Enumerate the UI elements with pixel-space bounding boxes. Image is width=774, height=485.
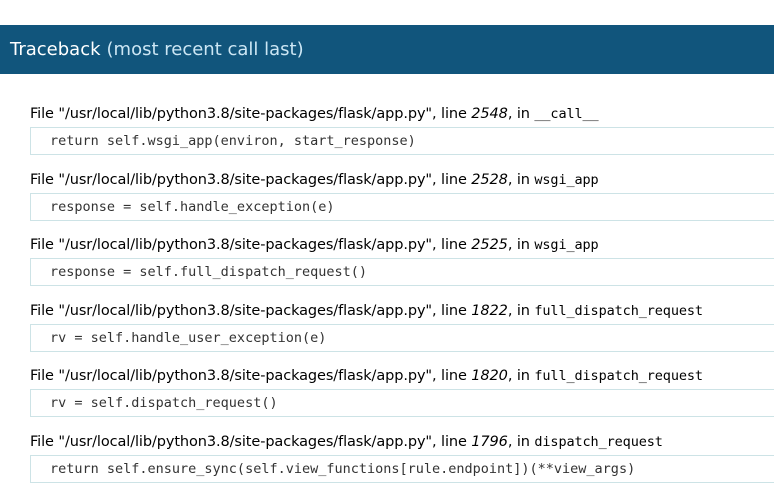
- file-label: File: [30, 368, 59, 385]
- traceback-header: Traceback (most recent call last): [0, 25, 774, 74]
- file-label: File: [30, 106, 59, 122]
- traceback-frame[interactable]: File "/usr/local/lib/python3.8/site-pack…: [30, 234, 774, 300]
- line-label: , line: [432, 171, 472, 188]
- frame-code[interactable]: return self.wsgi_app(environ, start_resp…: [30, 127, 774, 155]
- line-label: , line: [432, 106, 472, 122]
- file-label: File: [30, 302, 59, 319]
- traceback-frame[interactable]: File "/usr/local/lib/python3.8/site-pack…: [30, 431, 774, 485]
- frame-lineno: 2528: [471, 171, 508, 188]
- traceback-frame[interactable]: File "/usr/local/lib/python3.8/site-pack…: [30, 103, 774, 169]
- traceback-frame[interactable]: File "/usr/local/lib/python3.8/site-pack…: [30, 300, 774, 366]
- frame-code[interactable]: rv = self.dispatch_request(): [30, 389, 774, 418]
- file-label: File: [30, 237, 59, 254]
- traceback-frame[interactable]: File "/usr/local/lib/python3.8/site-pack…: [30, 365, 774, 431]
- frame-code[interactable]: response = self.full_dispatch_request(): [30, 258, 774, 287]
- frame-location: File "/usr/local/lib/python3.8/site-pack…: [30, 365, 774, 387]
- frame-lineno: 1820: [471, 368, 508, 385]
- frame-location: File "/usr/local/lib/python3.8/site-pack…: [30, 169, 774, 191]
- frame-code[interactable]: response = self.handle_exception(e): [30, 192, 774, 221]
- frame-function: full_dispatch_request: [534, 302, 703, 319]
- traceback-frame[interactable]: File "/usr/local/lib/python3.8/site-pack…: [30, 169, 774, 235]
- in-label: , in: [507, 368, 535, 385]
- frame-function: wsgi_app: [534, 237, 599, 254]
- frame-function: wsgi_app: [534, 171, 599, 188]
- in-label: , in: [507, 433, 535, 450]
- frame-code[interactable]: rv = self.handle_user_exception(e): [30, 323, 774, 352]
- line-label: , line: [432, 433, 472, 450]
- frame-filename: "/usr/local/lib/python3.8/site-packages/…: [58, 106, 432, 122]
- in-label: , in: [507, 171, 535, 188]
- file-label: File: [30, 171, 59, 188]
- frame-function: dispatch_request: [534, 433, 663, 450]
- traceback-frames: File "/usr/local/lib/python3.8/site-pack…: [30, 103, 774, 485]
- frame-filename: "/usr/local/lib/python3.8/site-packages/…: [58, 368, 432, 385]
- frame-location: File "/usr/local/lib/python3.8/site-pack…: [30, 300, 774, 322]
- traceback-title: Traceback: [10, 39, 101, 60]
- frame-lineno: 1796: [471, 433, 508, 450]
- in-label: , in: [507, 302, 535, 319]
- frame-function: __call__: [534, 106, 599, 122]
- frame-location: File "/usr/local/lib/python3.8/site-pack…: [30, 103, 774, 125]
- frame-code[interactable]: return self.ensure_sync(self.view_functi…: [30, 454, 774, 483]
- traceback-subtitle: (most recent call last): [106, 39, 304, 60]
- frame-lineno: 2548: [471, 106, 508, 122]
- frame-filename: "/usr/local/lib/python3.8/site-packages/…: [58, 433, 432, 450]
- frame-function: full_dispatch_request: [534, 368, 703, 385]
- frame-filename: "/usr/local/lib/python3.8/site-packages/…: [58, 302, 432, 319]
- frame-filename: "/usr/local/lib/python3.8/site-packages/…: [58, 237, 432, 254]
- frame-lineno: 2525: [471, 237, 508, 254]
- line-label: , line: [432, 368, 472, 385]
- frame-lineno: 1822: [471, 302, 508, 319]
- line-label: , line: [432, 237, 472, 254]
- frame-filename: "/usr/local/lib/python3.8/site-packages/…: [58, 171, 432, 188]
- line-label: , line: [432, 302, 472, 319]
- file-label: File: [30, 433, 59, 450]
- in-label: , in: [507, 237, 535, 254]
- in-label: , in: [507, 106, 535, 122]
- frame-location: File "/usr/local/lib/python3.8/site-pack…: [30, 234, 774, 256]
- frame-location: File "/usr/local/lib/python3.8/site-pack…: [30, 431, 774, 453]
